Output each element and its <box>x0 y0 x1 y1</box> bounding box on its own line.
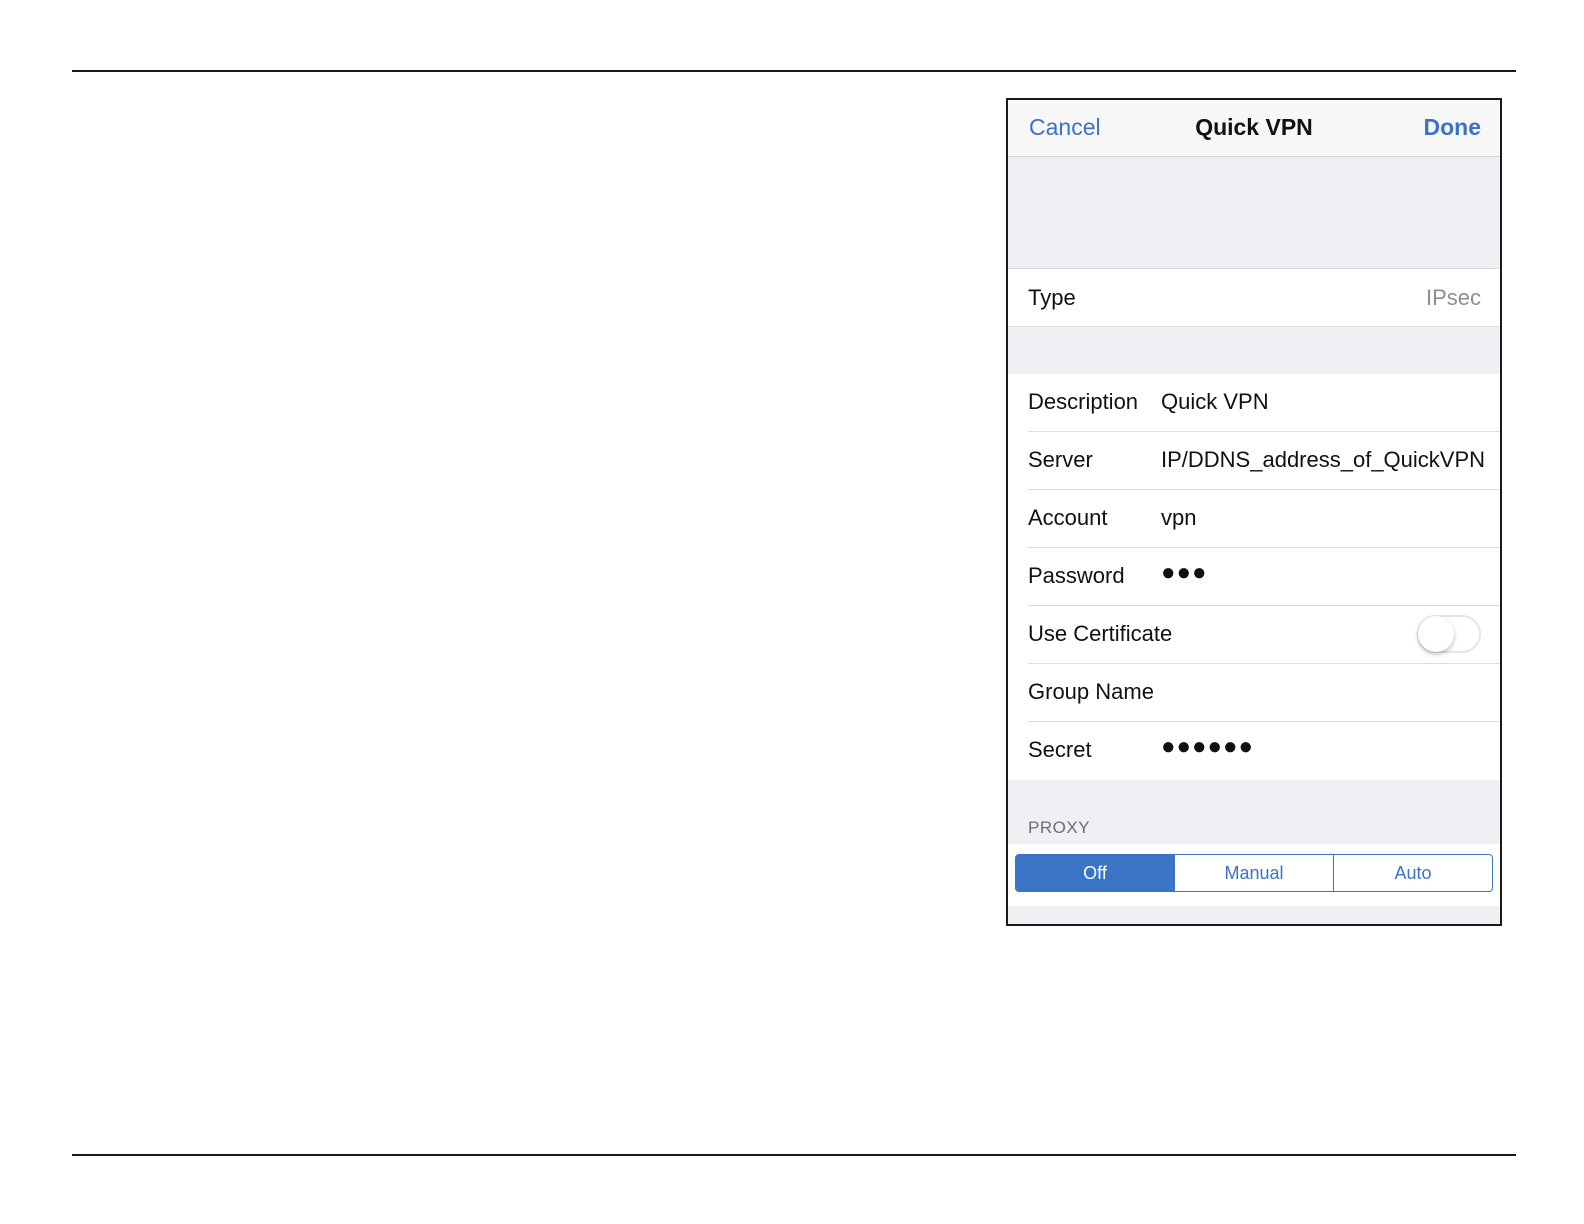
secret-label: Secret <box>1028 737 1092 762</box>
server-label: Server <box>1028 447 1093 472</box>
bottom-rule <box>72 1154 1516 1156</box>
proxy-section-header: PROXY <box>1028 818 1091 837</box>
done-button[interactable]: Done <box>1424 114 1482 141</box>
server-field[interactable]: IP/DDNS_address_of_QuickVPN <box>1161 447 1485 473</box>
account-label: Account <box>1028 505 1108 530</box>
password-label: Password <box>1028 563 1125 588</box>
password-field[interactable]: ●●● <box>1161 559 1208 587</box>
toggle-knob <box>1418 616 1454 652</box>
description-label: Description <box>1028 389 1139 414</box>
top-rule <box>72 70 1516 72</box>
proxy-option-off[interactable]: Off <box>1016 855 1174 891</box>
use-certificate-row: Use Certificate <box>1008 606 1500 664</box>
use-certificate-toggle[interactable] <box>1417 615 1481 653</box>
type-row[interactable]: Type IPsec <box>1008 268 1500 327</box>
proxy-segment-area: Off Manual Auto <box>1008 844 1500 906</box>
description-field[interactable]: Quick VPN <box>1161 389 1269 415</box>
vpn-config-screen: Cancel Quick VPN Done Type IPsec Descrip… <box>1006 98 1502 926</box>
navigation-bar: Cancel Quick VPN Done <box>1008 100 1500 157</box>
type-label: Type <box>1028 285 1076 310</box>
proxy-option-manual[interactable]: Manual <box>1174 855 1333 891</box>
description-row: Description Quick VPN <box>1008 374 1500 432</box>
secret-field[interactable]: ●●●●●● <box>1161 733 1254 761</box>
secret-row: Secret ●●●●●● <box>1008 722 1500 780</box>
group-name-row: Group Name <box>1008 664 1500 722</box>
vpn-fields-group: Description Quick VPN Server IP/DDNS_add… <box>1008 374 1500 780</box>
server-row: Server IP/DDNS_address_of_QuickVPN <box>1008 432 1500 490</box>
type-value[interactable]: IPsec <box>1426 285 1481 311</box>
proxy-segmented-control: Off Manual Auto <box>1015 854 1493 892</box>
proxy-option-auto[interactable]: Auto <box>1333 855 1492 891</box>
password-row: Password ●●● <box>1008 548 1500 606</box>
use-certificate-label: Use Certificate <box>1028 621 1173 646</box>
account-field[interactable]: vpn <box>1161 505 1196 531</box>
account-row: Account vpn <box>1008 490 1500 548</box>
group-name-label: Group Name <box>1028 679 1154 704</box>
